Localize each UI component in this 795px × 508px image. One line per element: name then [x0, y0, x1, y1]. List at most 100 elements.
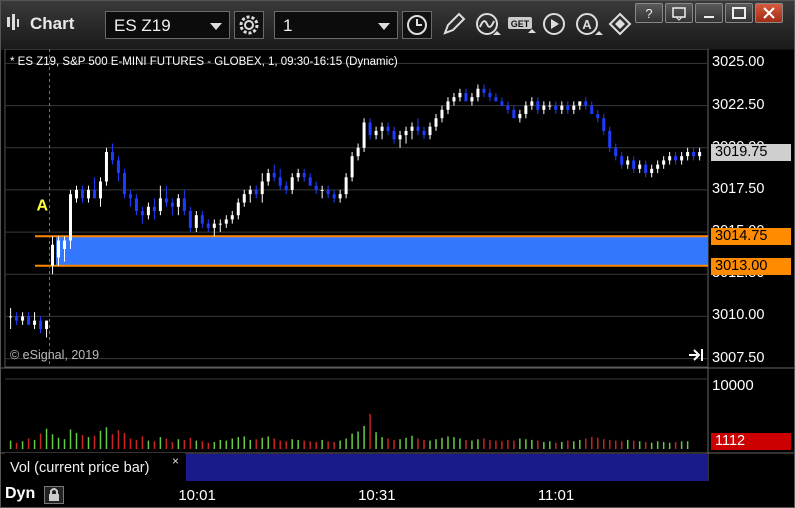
candle-body — [39, 320, 43, 330]
candle-body — [692, 151, 696, 157]
candle-body — [98, 181, 102, 199]
chevron-down-icon[interactable] — [210, 23, 222, 30]
candle-body — [75, 189, 79, 199]
candle-body — [500, 101, 504, 106]
candle-body — [128, 194, 132, 199]
candle-body — [650, 168, 654, 174]
candle-body — [530, 101, 534, 106]
candle-body — [434, 118, 438, 127]
candle-body — [566, 105, 570, 110]
volume-study-label: Vol (current price bar) — [10, 460, 150, 476]
candle-body — [440, 109, 444, 119]
candle-body — [188, 211, 192, 228]
symbol-settings-button[interactable] — [234, 11, 264, 39]
get-button[interactable]: GET — [506, 11, 536, 39]
minimize-button[interactable] — [695, 3, 723, 23]
candle-body — [572, 105, 576, 110]
candle-body — [386, 126, 390, 131]
candle-body — [290, 177, 294, 190]
candle-body — [69, 194, 73, 241]
restore-button[interactable] — [665, 3, 693, 23]
lock-icon — [49, 488, 59, 501]
candle-body — [266, 173, 270, 182]
candle-body — [260, 181, 264, 195]
volume-axis-tick: 10000 — [712, 377, 754, 394]
candle-body — [27, 316, 31, 325]
candle-body — [638, 164, 642, 169]
candle-body — [590, 105, 594, 115]
candle-body — [554, 105, 558, 110]
time-axis-tick: 11:01 — [537, 487, 575, 504]
interval-time-button[interactable] — [402, 11, 432, 39]
symbol-input[interactable]: ES Z19 — [105, 11, 230, 39]
candle-body — [164, 198, 168, 203]
candle-body — [206, 223, 210, 228]
candle-body — [9, 316, 13, 318]
volume-study-close-icon[interactable]: × — [172, 454, 179, 468]
volume-study-header-bar — [186, 454, 708, 481]
candle-body — [470, 97, 474, 102]
candle-body — [242, 194, 246, 203]
candle-body — [602, 118, 606, 131]
draw-tool-button[interactable] — [439, 11, 469, 39]
candle-body — [254, 189, 258, 195]
candle-body — [296, 173, 300, 178]
candle-body — [482, 88, 486, 93]
candle-body — [170, 202, 174, 207]
candle-body — [224, 219, 228, 224]
link-button[interactable] — [605, 11, 635, 39]
candle-body — [152, 206, 156, 211]
price-axis-tick: 3010.00 — [712, 307, 765, 324]
candle-body — [368, 122, 372, 136]
candle-body — [338, 194, 342, 199]
candle-body — [548, 105, 552, 107]
candle-body — [45, 320, 49, 330]
candle-body — [428, 126, 432, 136]
candle-body — [320, 189, 324, 191]
candle-body — [326, 189, 330, 195]
candle-body — [494, 97, 498, 102]
candle-body — [230, 215, 234, 220]
clock-icon — [407, 15, 427, 35]
candle-body — [560, 105, 564, 110]
price-chart-canvas[interactable]: A — [1, 49, 795, 508]
candle-body — [86, 189, 90, 199]
alert-button[interactable]: A — [573, 11, 603, 39]
candle-body — [584, 101, 588, 106]
candle-body — [194, 215, 198, 228]
copyright-label: © eSignal, 2019 — [10, 348, 100, 362]
candle-body — [452, 97, 456, 102]
chart-area[interactable]: A * ES Z19, S&P 500 E-MINI FUTURES - GLO… — [1, 49, 795, 508]
scroll-to-end-icon[interactable] — [687, 348, 705, 362]
candle-body — [668, 156, 672, 161]
interval-input[interactable]: 1 — [274, 11, 398, 39]
candle-body — [200, 215, 204, 224]
dynamic-mode-label[interactable]: Dyn — [5, 485, 35, 503]
candle-body — [116, 160, 120, 174]
candle-body — [632, 160, 636, 169]
price-axis-tick: 3007.50 — [712, 349, 765, 366]
play-button[interactable] — [540, 11, 570, 39]
studies-button[interactable] — [473, 11, 503, 39]
time-axis[interactable] — [1, 481, 794, 507]
event-marker-a[interactable]: A — [37, 197, 49, 214]
gear-icon — [239, 15, 259, 35]
candle-body — [356, 147, 360, 157]
letter-a-icon: A — [576, 13, 603, 35]
close-button[interactable] — [755, 3, 783, 23]
get-icon: GET — [508, 17, 536, 33]
help-button[interactable]: ? — [635, 3, 663, 23]
candle-body — [92, 189, 96, 199]
link-diamond-icon — [608, 12, 632, 36]
candle-body — [57, 240, 61, 258]
zone-bottom-price-tag: 3013.00 — [711, 257, 791, 275]
candle-body — [332, 194, 336, 199]
chart-app-icon — [7, 14, 19, 30]
lock-button[interactable] — [44, 486, 64, 504]
maximize-button[interactable] — [725, 3, 753, 23]
candle-body — [524, 105, 528, 115]
chevron-down-icon[interactable] — [378, 23, 390, 30]
candle-body — [644, 164, 648, 174]
zone-top-price-tag: 3014.75 — [711, 228, 791, 246]
candle-body — [506, 105, 510, 110]
